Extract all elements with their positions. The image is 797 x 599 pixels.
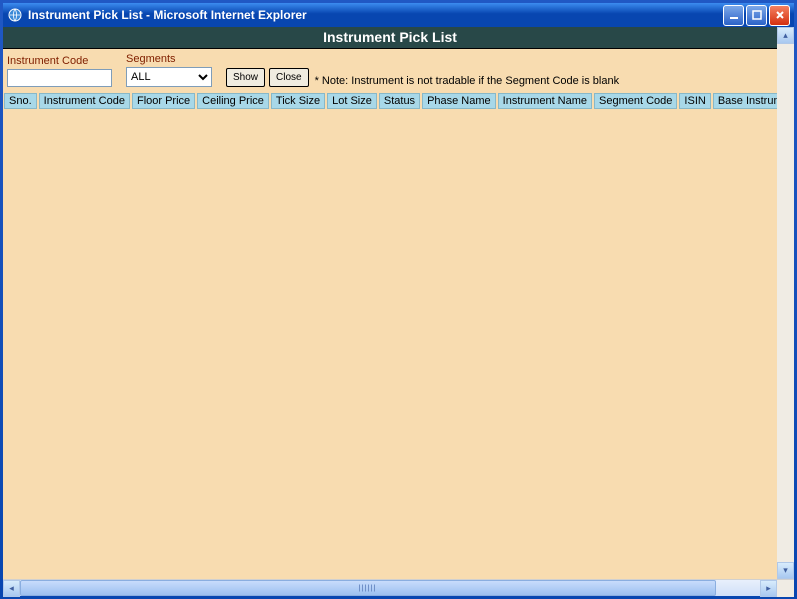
scroll-up-icon[interactable]: ▴: [777, 27, 794, 44]
horizontal-scrollbar[interactable]: ◂ ▸: [3, 579, 794, 596]
page-content: Instrument Pick List Instrument Code Seg…: [3, 27, 777, 579]
window-controls: [723, 5, 790, 26]
instrument-code-field-group: Instrument Code: [7, 55, 112, 87]
browser-window: Instrument Pick List - Microsoft Interne…: [0, 0, 797, 599]
page-viewport: Instrument Pick List Instrument Code Seg…: [3, 27, 794, 579]
scroll-right-icon[interactable]: ▸: [760, 580, 777, 597]
segments-select[interactable]: ALL: [126, 67, 212, 87]
instrument-code-input[interactable]: [7, 69, 112, 87]
col-sno[interactable]: Sno.: [4, 93, 37, 109]
col-tick-size[interactable]: Tick Size: [271, 93, 325, 109]
minimize-button[interactable]: [723, 5, 744, 26]
col-instrument-name[interactable]: Instrument Name: [498, 93, 592, 109]
instrument-code-label: Instrument Code: [7, 55, 112, 67]
vertical-scrollbar[interactable]: ▴ ▾: [777, 27, 794, 579]
scroll-down-icon[interactable]: ▾: [777, 562, 794, 579]
window-title: Instrument Pick List - Microsoft Interne…: [28, 8, 723, 22]
scroll-left-icon[interactable]: ◂: [3, 580, 20, 597]
col-phase-name[interactable]: Phase Name: [422, 93, 496, 109]
maximize-button[interactable]: [746, 5, 767, 26]
show-button[interactable]: Show: [226, 68, 265, 87]
filter-bar: Instrument Code Segments ALL Show Close …: [3, 49, 777, 93]
col-floor-price[interactable]: Floor Price: [132, 93, 195, 109]
scroll-corner: [777, 580, 794, 597]
hscroll-thumb[interactable]: [20, 580, 716, 596]
segments-field-group: Segments ALL: [126, 53, 212, 87]
col-isin[interactable]: ISIN: [679, 93, 710, 109]
page-title: Instrument Pick List: [3, 27, 777, 49]
segments-label: Segments: [126, 53, 212, 65]
col-status[interactable]: Status: [379, 93, 420, 109]
hscroll-track[interactable]: [20, 580, 760, 596]
col-base-instrument-type[interactable]: Base Instrument Type: [713, 93, 777, 109]
viewport-wrap: Instrument Pick List Instrument Code Seg…: [3, 27, 794, 579]
ie-icon: [7, 7, 23, 23]
col-instrument-code[interactable]: Instrument Code: [39, 93, 130, 109]
grid-header-row: Sno. Instrument Code Floor Price Ceiling…: [3, 93, 777, 109]
note-text: * Note: Instrument is not tradable if th…: [315, 75, 620, 87]
col-segment-code[interactable]: Segment Code: [594, 93, 677, 109]
col-lot-size[interactable]: Lot Size: [327, 93, 377, 109]
col-ceiling-price[interactable]: Ceiling Price: [197, 93, 269, 109]
close-window-button[interactable]: [769, 5, 790, 26]
titlebar: Instrument Pick List - Microsoft Interne…: [3, 3, 794, 27]
client-area: Instrument Pick List Instrument Code Seg…: [3, 27, 794, 596]
close-button[interactable]: Close: [269, 68, 309, 87]
